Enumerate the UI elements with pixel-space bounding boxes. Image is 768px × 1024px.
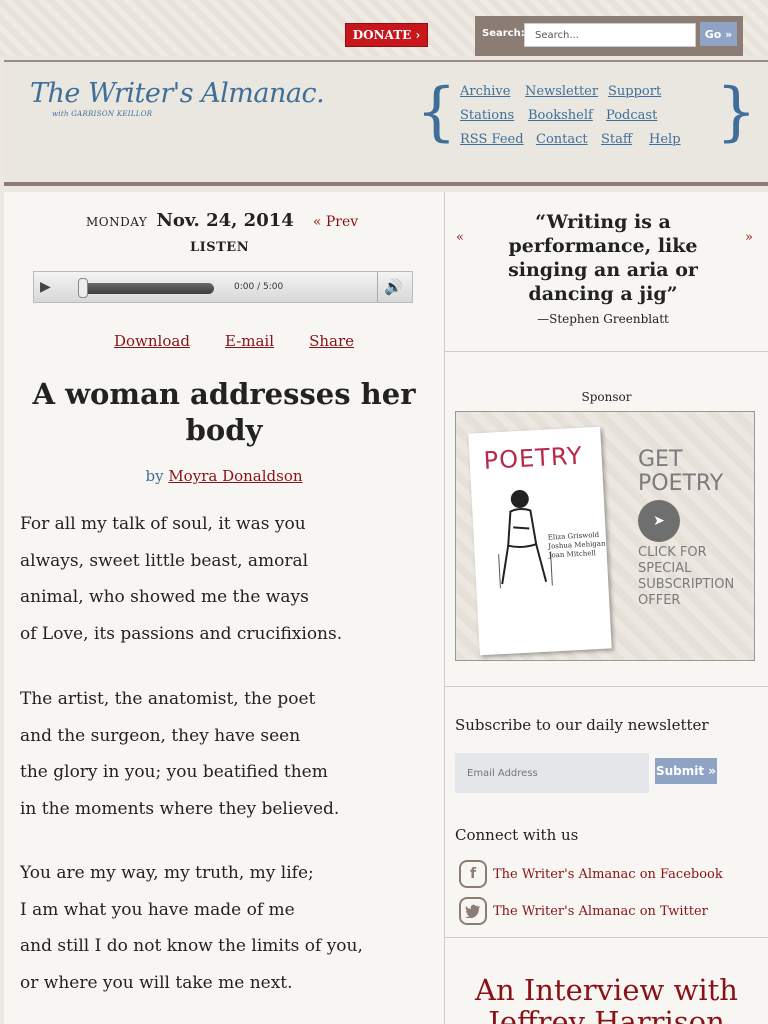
play-icon[interactable]: ▶ — [40, 279, 58, 297]
nav-support[interactable]: Support — [608, 84, 661, 108]
episode-actions: Download E-mail Share — [114, 332, 354, 350]
magazine-contributors: Eliza Griswold Joshua Mehigan Joan Mitch… — [548, 531, 607, 561]
poem-line: animal, who showed me the ways — [20, 587, 309, 607]
main-column: MONDAY Nov. 24, 2014 « Prev LISTEN ▶ 0:0… — [4, 192, 444, 1024]
author-link[interactable]: Moyra Donaldson — [168, 467, 302, 485]
main-nav: Archive Newsletter Support Stations Book… — [460, 84, 700, 156]
poem-line: always, sweet little beast, amoral — [20, 550, 309, 571]
ad-subtext-line: OFFER — [638, 593, 681, 608]
ad-headline: GET POETRY — [638, 448, 723, 496]
nav-bookshelf[interactable]: Bookshelf — [528, 108, 606, 132]
logo-subtitle: with GARRISON KEILLOR — [52, 110, 153, 118]
poem-line: For all my talk of soul, it was you — [20, 514, 306, 534]
email-field[interactable] — [455, 753, 649, 793]
nav-help[interactable]: Help — [649, 132, 681, 156]
sidebar-divider — [445, 937, 768, 938]
poem-line: of Love, its passions and crucifixions. — [20, 623, 343, 644]
ad-headline-line: POETRY — [638, 471, 724, 496]
poem-line: You are my way, my truth, my life; — [20, 863, 314, 883]
progress-knob[interactable] — [78, 278, 88, 298]
facebook-link[interactable]: The Writer's Almanac on Facebook — [493, 867, 723, 882]
submit-button[interactable]: Submit » — [655, 758, 717, 784]
volume-icon[interactable]: 🔊 — [384, 278, 403, 296]
prev-link[interactable]: « Prev — [313, 214, 358, 230]
progress-track[interactable] — [82, 283, 214, 294]
quote-text: “Writing is a performance, like singing … — [508, 211, 698, 305]
stanza-2: The artist, the anatomist, the poet and … — [20, 687, 440, 833]
twitter-icon[interactable] — [459, 897, 487, 925]
nav-podcast[interactable]: Podcast — [606, 108, 657, 132]
date-row: MONDAY Nov. 24, 2014 « Prev — [86, 210, 358, 231]
ad-headline-line: GET — [638, 447, 683, 472]
ad-subtext-line: SUBSCRIPTION — [638, 577, 735, 592]
stanza-1: For all my talk of soul, it was you alwa… — [20, 512, 440, 658]
nav-newsletter[interactable]: Newsletter — [525, 84, 608, 108]
facebook-row[interactable]: f The Writer's Almanac on Facebook — [459, 860, 723, 888]
newsletter-title: Subscribe to our daily newsletter — [455, 716, 709, 734]
download-link[interactable]: Download — [114, 332, 190, 350]
stanza-3: You are my way, my truth, my life; I am … — [20, 861, 440, 1007]
poem-line: or where you will take me next. — [20, 972, 293, 993]
connect-title: Connect with us — [455, 826, 579, 844]
nav-stations[interactable]: Stations — [460, 108, 528, 132]
episode-date: Nov. 24, 2014 — [156, 210, 294, 231]
search-label: Search: — [482, 28, 525, 39]
search-input[interactable]: Search... — [524, 23, 696, 47]
poem-title: A woman addresses her body — [32, 377, 416, 447]
nav-archive[interactable]: Archive — [460, 84, 525, 108]
ad-subtext-line: SPECIAL — [638, 561, 692, 576]
nav-rss-feed[interactable]: RSS Feed — [460, 132, 536, 156]
byline-by: by — [145, 467, 164, 485]
left-brace-icon: { — [416, 75, 457, 149]
twitter-row[interactable]: The Writer's Almanac on Twitter — [459, 897, 708, 925]
interview-title[interactable]: An Interview with Jeffrey Harrison — [445, 974, 768, 1024]
site-header: The Writer's Almanac. with GARRISON KEIL… — [4, 60, 768, 186]
share-link[interactable]: Share — [309, 332, 354, 350]
player-time: 0:00 / 5:00 — [234, 282, 284, 292]
seated-figure-illustration — [498, 490, 553, 589]
nav-contact[interactable]: Contact — [536, 132, 601, 156]
nav-staff[interactable]: Staff — [601, 132, 649, 156]
sidebar: « “Writing is a performance, like singin… — [445, 192, 768, 1024]
sidebar-divider — [445, 686, 768, 687]
magazine-cover: POETRY Eliza Griswold Joshua Mehigan Joa… — [468, 426, 612, 656]
audio-player: ▶ 0:00 / 5:00 🔊 — [33, 271, 413, 303]
poem-byline: by Moyra Donaldson — [4, 467, 444, 485]
content-area: MONDAY Nov. 24, 2014 « Prev LISTEN ▶ 0:0… — [4, 192, 768, 1024]
poem-line: in the moments where they believed. — [20, 798, 340, 819]
poetry-ad[interactable]: POETRY Eliza Griswold Joshua Mehigan Joa… — [455, 411, 755, 661]
search-go-button[interactable]: Go » — [700, 22, 737, 46]
email-link[interactable]: E-mail — [225, 332, 274, 350]
sponsor-label: Sponsor — [581, 390, 632, 404]
twitter-link[interactable]: The Writer's Almanac on Twitter — [493, 904, 708, 919]
listen-heading: LISTEN — [190, 240, 250, 255]
search-box: Search: Search... Go » — [475, 16, 743, 56]
ad-subtext: CLICK FOR SPECIAL SUBSCRIPTION OFFER — [638, 545, 734, 609]
poem-line: the glory in you; you beatified them — [20, 762, 328, 782]
top-bar: DONATE › Search: Search... Go » — [0, 0, 768, 56]
ad-subtext-line: CLICK FOR — [638, 545, 707, 560]
right-brace-icon: } — [716, 75, 757, 149]
poem-line: and the surgeon, they have seen — [20, 725, 301, 746]
contributor-name: Joan Mitchell — [548, 549, 597, 560]
donate-button[interactable]: DONATE › — [345, 23, 428, 47]
magazine-title: POETRY — [482, 441, 584, 475]
day-of-week: MONDAY — [86, 215, 148, 229]
cursor-arrow-icon[interactable]: ➤ — [638, 500, 680, 542]
quote-prev-arrow[interactable]: « — [456, 230, 464, 245]
site-logo[interactable]: The Writer's Almanac. — [30, 78, 325, 109]
facebook-icon[interactable]: f — [459, 860, 487, 888]
quote-block: « “Writing is a performance, like singin… — [445, 192, 768, 352]
poem-line: The artist, the anatomist, the poet — [20, 689, 316, 709]
player-divider — [377, 272, 378, 302]
poem-line: and still I do not know the limits of yo… — [20, 936, 363, 956]
quote-author: —Stephen Greenblatt — [537, 312, 669, 326]
poem-line: I am what you have made of me — [20, 899, 295, 920]
quote-next-arrow[interactable]: » — [745, 230, 753, 245]
